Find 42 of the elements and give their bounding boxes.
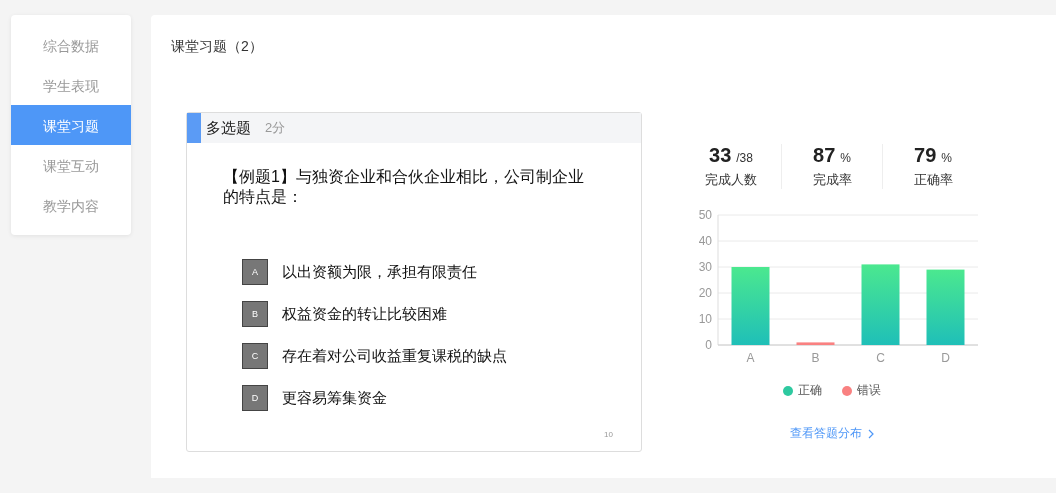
axis-category-label: D bbox=[941, 351, 950, 365]
stat-label: 完成率 bbox=[812, 171, 852, 189]
stat-label: 完成人数 bbox=[705, 171, 757, 189]
page-title: 课堂习题（2） bbox=[171, 38, 263, 56]
bar bbox=[796, 342, 835, 345]
question-score: 2分 bbox=[265, 119, 286, 137]
axis-tick-label: 10 bbox=[698, 312, 712, 326]
option-letter: A bbox=[242, 259, 268, 285]
question-text: 【例题1】与独资企业和合伙企业相比，公司制企业的特点是： bbox=[223, 167, 585, 207]
stat-label: 正确率 bbox=[913, 171, 953, 189]
axis-tick-label: 0 bbox=[705, 338, 712, 352]
stat-unit: /38 bbox=[736, 151, 753, 165]
stat-value: 79 bbox=[914, 144, 937, 167]
sidebar-item[interactable]: 课堂习题 bbox=[11, 105, 131, 145]
page-number: 10 bbox=[604, 430, 613, 439]
question-type: 多选题 bbox=[206, 118, 251, 138]
stat-value: 87 bbox=[813, 144, 836, 167]
option-letter: C bbox=[242, 343, 268, 369]
view-distribution-link[interactable]: 查看答题分布 bbox=[790, 425, 874, 442]
option-text: 存在着对公司收益重复课税的缺点 bbox=[282, 346, 507, 366]
axis-tick-label: 50 bbox=[698, 208, 712, 222]
sidebar-item[interactable]: 教学内容 bbox=[11, 185, 131, 225]
chevron-right-icon bbox=[868, 428, 874, 439]
sidebar-item[interactable]: 综合数据 bbox=[11, 25, 131, 65]
stat-unit: % bbox=[941, 151, 952, 165]
stat-value: 33 bbox=[709, 144, 732, 167]
option-letter: B bbox=[242, 301, 268, 327]
stat-unit: % bbox=[840, 151, 851, 165]
axis-category-label: B bbox=[811, 351, 820, 365]
sidebar-item[interactable]: 学生表现 bbox=[11, 65, 131, 105]
option-letter: D bbox=[242, 385, 268, 411]
option-text: 更容易筹集资金 bbox=[282, 388, 387, 408]
axis-category-label: C bbox=[876, 351, 885, 365]
option-text: 以出资额为限，承担有限责任 bbox=[282, 262, 477, 282]
sidebar-item[interactable]: 课堂互动 bbox=[11, 145, 131, 185]
axis-category-label: A bbox=[746, 351, 755, 365]
option-text: 权益资金的转让比较困难 bbox=[282, 304, 447, 324]
axis-tick-label: 30 bbox=[698, 260, 712, 274]
axis-tick-label: 20 bbox=[698, 286, 712, 300]
legend-label: 错误 bbox=[857, 382, 881, 399]
axis-tick-label: 40 bbox=[698, 234, 712, 248]
legend-label: 正确 bbox=[798, 382, 822, 399]
